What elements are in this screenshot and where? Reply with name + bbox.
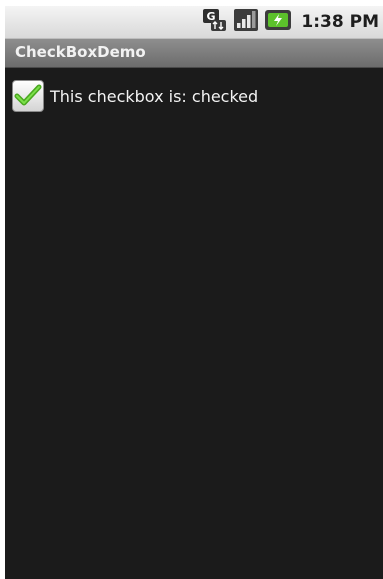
checkbox-label[interactable]: This checkbox is: checked xyxy=(50,87,258,106)
data-transfer-icon: G xyxy=(202,8,228,36)
app-title: CheckBoxDemo xyxy=(15,43,146,61)
checkmark-icon xyxy=(14,84,42,106)
demo-checkbox[interactable]: This checkbox is: checked xyxy=(12,79,258,113)
status-bar: G 1:38 PM xyxy=(5,6,383,39)
checkbox-box[interactable] xyxy=(12,80,44,112)
battery-charging-icon xyxy=(264,8,292,36)
app-title-bar: CheckBoxDemo xyxy=(5,39,383,68)
phone-screen: G 1:38 PM CheckBoxDemo This checkbox is:… xyxy=(5,6,383,579)
status-icons: G 1:38 PM xyxy=(202,9,379,35)
status-time: 1:38 PM xyxy=(301,12,379,32)
signal-strength-icon xyxy=(233,8,259,36)
